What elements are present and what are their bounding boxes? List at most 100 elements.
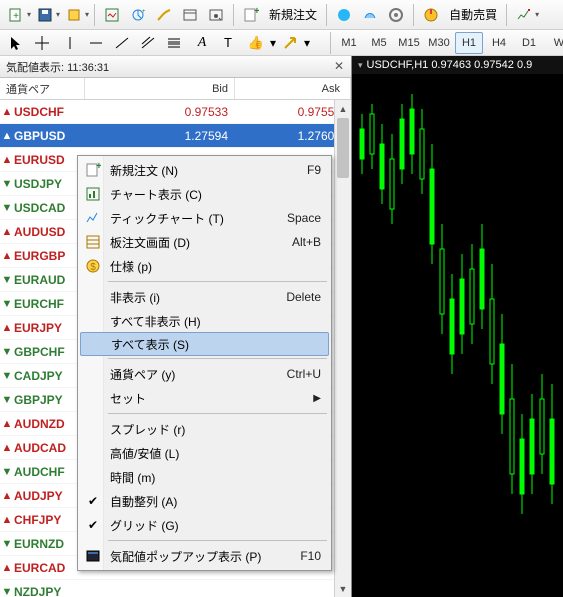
vline-tool[interactable]	[58, 32, 82, 54]
menu-item[interactable]: +新規注文 (N)F9	[80, 158, 329, 182]
symbol-label: EURJPY	[14, 321, 84, 335]
options-button[interactable]	[384, 3, 408, 27]
timeframe-m1[interactable]: M1	[335, 32, 363, 54]
col-symbol[interactable]: 通貨ペア	[0, 78, 85, 99]
menu-item[interactable]: $仕様 (p)	[80, 254, 329, 278]
arrow-tool[interactable]	[278, 32, 302, 54]
symbol-row-nzdjpy[interactable]: ▼NZDJPY	[0, 580, 351, 597]
scroll-thumb[interactable]	[337, 118, 349, 178]
menu-item[interactable]: すべて表示 (S)	[80, 332, 329, 356]
direction-icon: ▲	[0, 106, 14, 118]
chart-area[interactable]: ▾ USDCHF,H1 0.97463 0.97542 0.9	[352, 56, 563, 597]
strategy-tester-toggle[interactable]	[204, 3, 228, 27]
symbol-label: EURAUD	[14, 273, 84, 287]
symbol-row-usdchf[interactable]: ▲USDCHF0.975330.97552	[0, 100, 351, 124]
direction-icon: ▲	[0, 226, 14, 238]
menu-item[interactable]: ティックチャート (T)Space	[80, 206, 329, 230]
menu-item[interactable]: セット▶	[80, 386, 329, 410]
dropdown-icon[interactable]: ▾	[85, 10, 89, 19]
scrollbar[interactable]: ▲ ▼	[334, 100, 351, 597]
save-button[interactable]	[33, 3, 57, 27]
symbol-label: GBPUSD	[14, 129, 84, 143]
new-order-label[interactable]: 新規注文	[265, 6, 321, 23]
cursor-tool[interactable]	[4, 32, 28, 54]
symbol-label: AUDCHF	[14, 465, 84, 479]
new-order-button[interactable]: +	[239, 3, 263, 27]
dropdown-icon[interactable]: ▾	[304, 36, 310, 50]
spec-icon: $	[80, 258, 106, 274]
chart-title-text: USDCHF,H1 0.97463 0.97542 0.9	[367, 59, 533, 71]
timeframe-m5[interactable]: M5	[365, 32, 393, 54]
symbol-label: GBPJPY	[14, 393, 84, 407]
timeframe-w[interactable]: W	[545, 32, 563, 54]
menu-label: チャート表示 (C)	[106, 186, 329, 203]
panel-title: 気配値表示: 11:36:31 ✕	[0, 56, 351, 78]
timeframe-d1[interactable]: D1	[515, 32, 543, 54]
direction-icon: ▼	[0, 370, 14, 382]
menu-item[interactable]: すべて非表示 (H)	[80, 309, 329, 333]
navigator-toggle[interactable]: +	[126, 3, 150, 27]
direction-icon: ▲	[0, 154, 14, 166]
direction-icon: ▲	[0, 250, 14, 262]
metaquotes-button[interactable]	[332, 3, 356, 27]
thumb-up-icon[interactable]: 👍	[244, 32, 268, 54]
col-ask[interactable]: Ask	[235, 78, 351, 99]
dropdown-icon[interactable]: ▾	[56, 10, 60, 19]
direction-icon: ▲	[0, 490, 14, 502]
symbol-label: EURNZD	[14, 537, 84, 551]
menu-label: 仕様 (p)	[106, 258, 329, 275]
menu-item[interactable]: チャート表示 (C)	[80, 182, 329, 206]
close-icon[interactable]: ✕	[331, 58, 347, 74]
col-bid[interactable]: Bid	[85, 78, 235, 99]
signals-button[interactable]	[358, 3, 382, 27]
menu-item[interactable]: スプレッド (r)	[80, 417, 329, 441]
autotrade-label[interactable]: 自動売買	[445, 6, 501, 23]
direction-icon: ▲	[0, 514, 14, 526]
shortcut-label: F10	[300, 549, 329, 563]
label-tool[interactable]: T	[216, 32, 240, 54]
menu-label: 気配値ポップアップ表示 (P)	[106, 548, 300, 565]
timeframe-h1[interactable]: H1	[455, 32, 483, 54]
chevron-down-icon[interactable]: ▾	[358, 60, 363, 71]
direction-icon: ▼	[0, 274, 14, 286]
direction-icon: ▼	[0, 346, 14, 358]
scroll-down-icon[interactable]: ▼	[335, 580, 351, 597]
timeframe-m15[interactable]: M15	[395, 32, 423, 54]
terminal-toggle[interactable]	[178, 3, 202, 27]
menu-label: スプレッド (r)	[106, 421, 329, 438]
menu-label: ティックチャート (T)	[106, 210, 287, 227]
dropdown-icon[interactable]: ▾	[270, 36, 276, 50]
symbol-row-gbpusd[interactable]: ▲GBPUSD1.275941.27609	[0, 124, 351, 148]
timeframe-m30[interactable]: M30	[425, 32, 453, 54]
profiles-button[interactable]	[62, 3, 86, 27]
svg-text:+: +	[142, 9, 146, 15]
timeframe-h4[interactable]: H4	[485, 32, 513, 54]
menu-item[interactable]: 高値/安値 (L)	[80, 441, 329, 465]
indicators-button[interactable]	[512, 3, 536, 27]
trendline-tool[interactable]	[110, 32, 134, 54]
hline-tool[interactable]	[84, 32, 108, 54]
tick-icon	[80, 210, 106, 226]
menu-item[interactable]: ✔自動整列 (A)	[80, 489, 329, 513]
menu-item[interactable]: 通貨ペア (y)Ctrl+U	[80, 362, 329, 386]
channel-tool[interactable]	[136, 32, 160, 54]
symbol-label: AUDNZD	[14, 417, 84, 431]
crosshair-tool[interactable]	[30, 32, 54, 54]
menu-item[interactable]: ✔グリッド (G)	[80, 513, 329, 537]
market-watch-toggle[interactable]	[100, 3, 124, 27]
text-tool[interactable]: A	[190, 32, 214, 54]
new-file-button[interactable]: +	[4, 3, 28, 27]
data-window-toggle[interactable]	[152, 3, 176, 27]
dropdown-icon[interactable]: ▾	[535, 10, 539, 19]
fibo-tool[interactable]	[162, 32, 186, 54]
scroll-up-icon[interactable]: ▲	[335, 100, 351, 117]
menu-item[interactable]: 板注文画面 (D)Alt+B	[80, 230, 329, 254]
menu-item[interactable]: 非表示 (i)Delete	[80, 285, 329, 309]
menu-label: グリッド (G)	[106, 517, 329, 534]
autotrade-button[interactable]	[419, 3, 443, 27]
symbol-label: EURCAD	[14, 561, 84, 575]
menu-item[interactable]: 気配値ポップアップ表示 (P)F10	[80, 544, 329, 568]
menu-item[interactable]: 時間 (m)	[80, 465, 329, 489]
dropdown-icon[interactable]: ▾	[27, 10, 31, 19]
symbol-label: CHFJPY	[14, 513, 84, 527]
